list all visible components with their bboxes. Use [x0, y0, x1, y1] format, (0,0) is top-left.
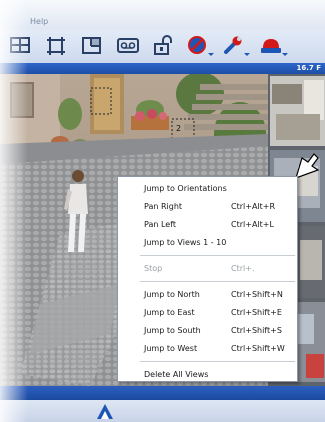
settings-wrench-dropdown[interactable] — [222, 34, 252, 58]
menu-item-label: Stop — [144, 264, 163, 273]
menu-item-label: Jump to Views 1 - 10 — [144, 238, 227, 247]
grid-layout-icon — [10, 37, 30, 53]
menu-separator — [140, 281, 295, 282]
menu-item-label: Jump to North — [144, 290, 200, 299]
menu-item-jump-to-west[interactable]: Jump to West Ctrl+Shift+W — [118, 340, 297, 358]
menu-help[interactable]: Help — [30, 17, 48, 26]
tape-recorder-icon — [117, 38, 139, 53]
menu-item-jump-to-views[interactable]: Jump to Views 1 - 10 — [118, 234, 297, 252]
menu-item-shortcut: Ctrl+. — [231, 264, 255, 273]
menu-item-label: Pan Left — [144, 220, 177, 229]
padlock-icon — [154, 35, 172, 55]
menu-item-stop: Stop Ctrl+. — [118, 260, 297, 278]
tape-recorder-button[interactable] — [116, 34, 140, 58]
menu-item-shortcut: Ctrl+Alt+L — [231, 220, 274, 229]
menu-item-label: Jump to East — [144, 308, 195, 317]
status-bar: 16.7 F — [0, 63, 325, 74]
ptz-context-menu: Jump to Orientations Pan Right Ctrl+Alt+… — [117, 176, 298, 382]
menu-item-pan-left[interactable]: Pan Left Ctrl+Alt+L — [118, 216, 297, 234]
camera-app-window: Help 16.7 F 2 Jump to Orientations Pan R… — [0, 0, 325, 422]
menu-item-jump-to-east[interactable]: Jump to East Ctrl+Shift+E — [118, 304, 297, 322]
fullscreen-frame-button[interactable] — [44, 34, 68, 58]
bottom-status-bar — [0, 386, 325, 400]
brand-logo-icon — [97, 404, 113, 419]
quad-view-button[interactable] — [80, 34, 104, 58]
no-entry-dropdown-icon — [188, 36, 214, 56]
fullscreen-frame-icon — [47, 37, 65, 55]
menu-separator — [140, 255, 295, 256]
menu-item-shortcut: Ctrl+Shift+S — [231, 326, 282, 335]
footer-bar — [0, 400, 325, 422]
alarm-light-dropdown-icon — [261, 39, 288, 56]
quad-view-icon — [82, 37, 101, 54]
frame-rate-readout: 16.7 F — [296, 64, 322, 72]
menu-item-label: Jump to South — [144, 326, 201, 335]
menu-item-jump-to-orientations[interactable]: Jump to Orientations — [118, 180, 297, 198]
menu-item-shortcut: Ctrl+Alt+R — [231, 202, 276, 211]
view-marker-label: 2 — [176, 124, 181, 133]
menu-bar: Help — [0, 0, 325, 31]
wrench-dropdown-icon — [224, 36, 250, 56]
menu-item-shortcut: Ctrl+Shift+E — [231, 308, 282, 317]
menu-item-label: Jump to West — [144, 344, 198, 353]
menu-item-pan-right[interactable]: Pan Right Ctrl+Alt+R — [118, 198, 297, 216]
menu-item-delete-all-views[interactable]: Delete All Views — [118, 366, 297, 384]
menu-item-label: Jump to Orientations — [144, 184, 227, 193]
menu-item-shortcut: Ctrl+Shift+W — [231, 344, 285, 353]
toolbar — [0, 30, 325, 64]
menu-item-label: Delete All Views — [144, 370, 209, 379]
menu-separator — [140, 361, 295, 362]
grid-layout-button[interactable] — [8, 34, 34, 58]
alarm-light-dropdown[interactable] — [258, 34, 290, 58]
menu-item-label: Pan Right — [144, 202, 183, 211]
menu-item-jump-to-north[interactable]: Jump to North Ctrl+Shift+N — [118, 286, 297, 304]
privacy-zone-dropdown[interactable] — [186, 34, 216, 58]
padlock-button[interactable] — [152, 34, 176, 58]
menu-item-jump-to-south[interactable]: Jump to South Ctrl+Shift+S — [118, 322, 297, 340]
menu-item-shortcut: Ctrl+Shift+N — [231, 290, 283, 299]
